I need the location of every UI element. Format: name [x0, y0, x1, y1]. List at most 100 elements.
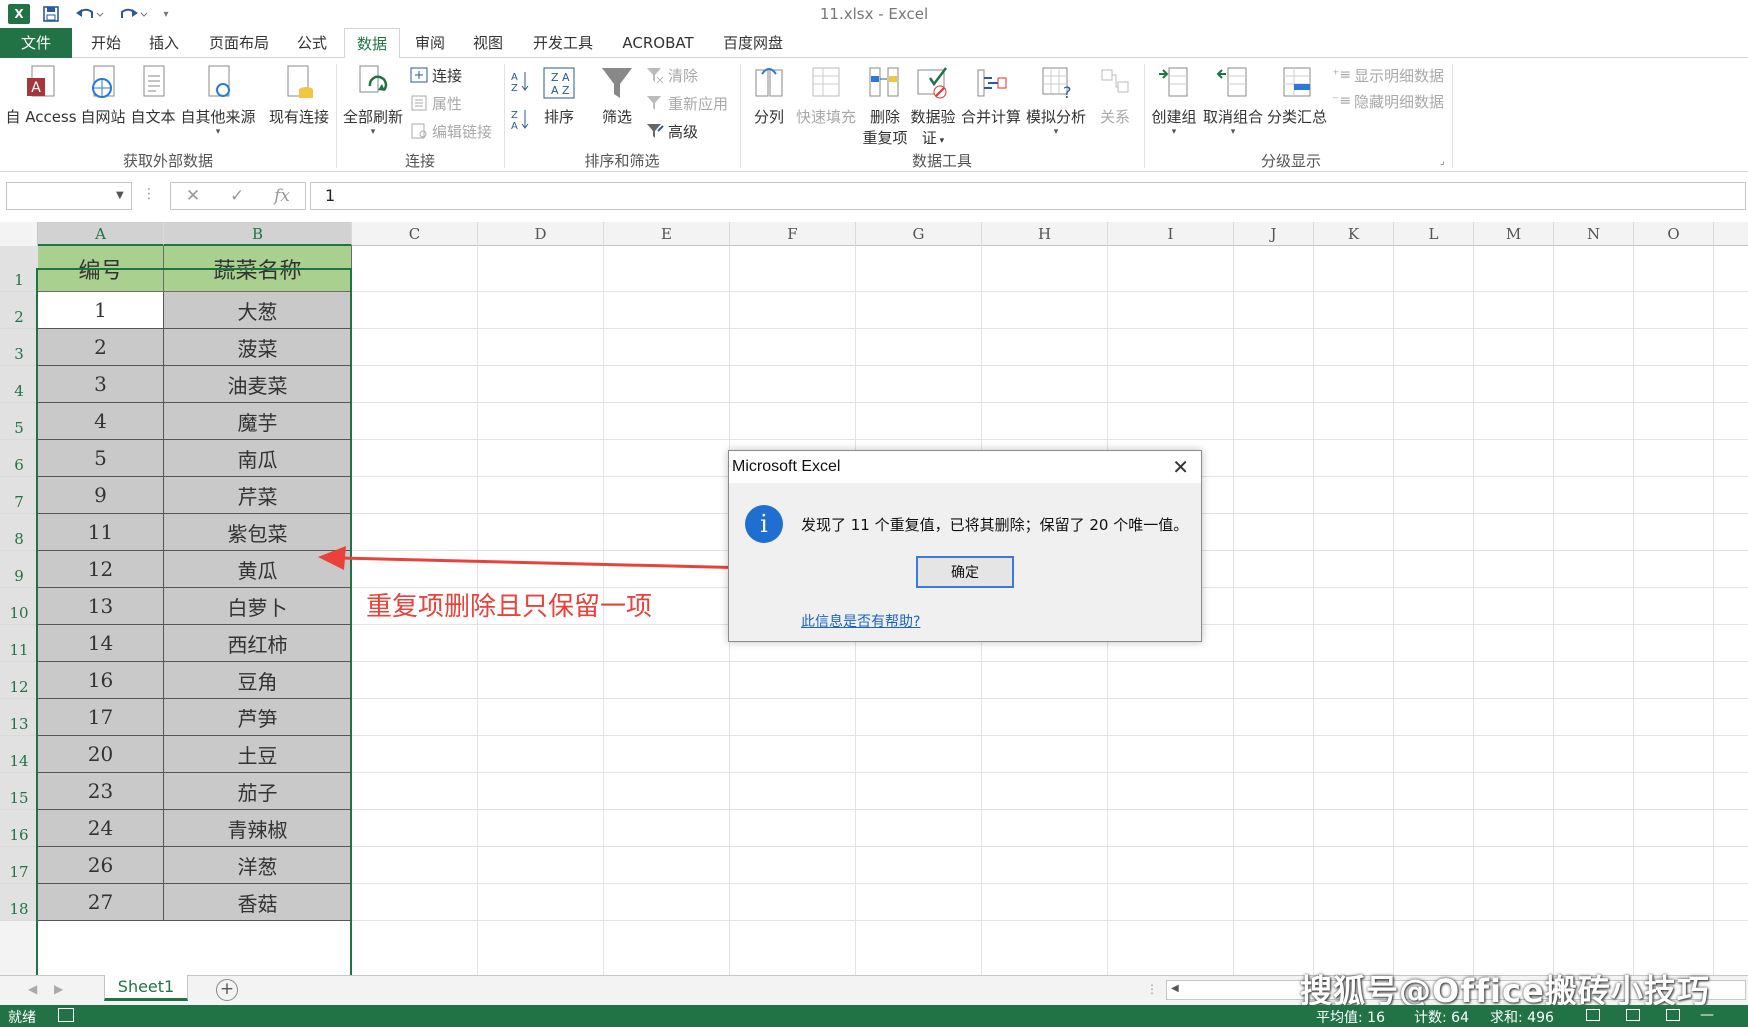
row-header[interactable]: 12	[0, 662, 38, 699]
column-header-n[interactable]: N	[1554, 222, 1634, 246]
table-cell-id[interactable]: 11	[38, 514, 164, 551]
tab-home[interactable]: 开始	[84, 28, 128, 58]
tab-review[interactable]: 审阅	[410, 28, 450, 58]
sheet-tab-sheet1[interactable]: Sheet1	[104, 975, 188, 1001]
table-cell-name[interactable]: 菠菜	[164, 329, 352, 366]
column-header-i[interactable]: I	[1108, 222, 1234, 246]
table-cell-id[interactable]: 27	[38, 884, 164, 921]
table-cell-name[interactable]: 豆角	[164, 662, 352, 699]
formula-input[interactable]: 1	[310, 182, 1746, 210]
tab-data[interactable]: 数据	[344, 28, 400, 59]
from-web-button[interactable]: 自网站	[78, 64, 128, 127]
table-cell-name[interactable]: 芹菜	[164, 477, 352, 514]
refresh-all-button[interactable]: 全部刷新 ▾	[340, 64, 406, 137]
select-all-corner[interactable]	[0, 222, 38, 246]
row-header[interactable]: 15	[0, 773, 38, 810]
tab-acrobat[interactable]: ACROBAT	[616, 28, 700, 58]
row-header[interactable]: 6	[0, 440, 38, 477]
ungroup-button[interactable]: 取消组合 ▾	[1200, 64, 1266, 137]
row-header[interactable]: 2	[0, 292, 38, 329]
group-button[interactable]: 创建组 ▾	[1148, 64, 1200, 137]
text-to-columns-button[interactable]: 分列	[746, 64, 792, 127]
table-cell-id[interactable]: 16	[38, 662, 164, 699]
tab-formulas[interactable]: 公式	[292, 28, 332, 58]
from-text-button[interactable]: 自文本	[128, 64, 178, 127]
table-cell-id[interactable]: 12	[38, 551, 164, 588]
consolidate-button[interactable]: 合并计算	[960, 64, 1022, 127]
row-header[interactable]: 18	[0, 884, 38, 921]
table-cell-id[interactable]: 20	[38, 736, 164, 773]
row-header[interactable]: 16	[0, 810, 38, 847]
row-header[interactable]: 7	[0, 477, 38, 514]
close-icon[interactable]: ✕	[1172, 455, 1189, 479]
data-validation-button[interactable]: 数据验 证 ▾	[908, 64, 958, 148]
table-cell-id[interactable]: 3	[38, 366, 164, 403]
cancel-icon[interactable]: ✕	[186, 186, 200, 206]
from-other-sources-button[interactable]: 自其他来源 ▾	[178, 64, 258, 137]
help-link[interactable]: 此信息是否有帮助?	[801, 611, 920, 631]
table-cell-name[interactable]: 魔芋	[164, 403, 352, 440]
properties-button[interactable]: 属性	[410, 92, 462, 114]
tab-developer[interactable]: 开发工具	[528, 28, 598, 58]
table-cell-id[interactable]: 13	[38, 588, 164, 625]
connections-button[interactable]: 连接	[410, 64, 462, 86]
existing-connections-button[interactable]: 现有连接	[266, 64, 332, 127]
enter-icon[interactable]: ✓	[230, 186, 244, 206]
table-cell-id[interactable]: 4	[38, 403, 164, 440]
normal-view-icon[interactable]	[1586, 1009, 1600, 1021]
add-sheet-icon[interactable]: +	[216, 979, 238, 1001]
table-cell-id[interactable]: 26	[38, 847, 164, 884]
table-cell-id[interactable]: 1	[38, 292, 164, 329]
row-header[interactable]: 14	[0, 736, 38, 773]
zoom-out-icon[interactable]: —	[1700, 1007, 1714, 1023]
column-header-d[interactable]: D	[478, 222, 604, 246]
name-box[interactable]	[6, 182, 132, 210]
column-header-c[interactable]: C	[352, 222, 478, 246]
table-cell-name[interactable]: 紫包菜	[164, 514, 352, 551]
from-access-button[interactable]: A 自 Access	[4, 64, 78, 127]
header-cell-id[interactable]: 编号	[38, 246, 164, 292]
table-cell-name[interactable]: 大葱	[164, 292, 352, 329]
header-cell-name[interactable]: 蔬菜名称	[164, 246, 352, 292]
relationships-button[interactable]: 关系	[1090, 64, 1140, 127]
table-cell-id[interactable]: 23	[38, 773, 164, 810]
column-header-f[interactable]: F	[730, 222, 856, 246]
subtotal-button[interactable]: 分类汇总	[1266, 64, 1328, 127]
column-header-g[interactable]: G	[856, 222, 982, 246]
table-cell-name[interactable]: 黄瓜	[164, 551, 352, 588]
page-break-view-icon[interactable]	[1666, 1009, 1680, 1021]
column-header-a[interactable]: A	[38, 222, 164, 246]
row-header[interactable]: 3	[0, 329, 38, 366]
row-header[interactable]: 1	[0, 246, 38, 292]
row-header[interactable]: 17	[0, 847, 38, 884]
table-cell-name[interactable]: 白萝卜	[164, 588, 352, 625]
next-sheet-icon[interactable]: ▶	[54, 982, 63, 996]
column-header-k[interactable]: K	[1314, 222, 1394, 246]
column-header-j[interactable]: J	[1234, 222, 1314, 246]
table-cell-id[interactable]: 9	[38, 477, 164, 514]
prev-sheet-icon[interactable]: ◀	[28, 982, 37, 996]
ok-button[interactable]: 确定	[916, 556, 1014, 588]
table-cell-name[interactable]: 油麦菜	[164, 366, 352, 403]
sort-button[interactable]: Z AA Z 排序	[536, 64, 582, 127]
column-header-m[interactable]: M	[1474, 222, 1554, 246]
table-cell-id[interactable]: 2	[38, 329, 164, 366]
row-header[interactable]: 10	[0, 588, 38, 625]
row-header[interactable]: 5	[0, 403, 38, 440]
table-cell-name[interactable]: 南瓜	[164, 440, 352, 477]
dialog-launcher-icon[interactable]: ⌟	[1440, 156, 1445, 167]
table-cell-id[interactable]: 14	[38, 625, 164, 662]
column-header-b[interactable]: B	[164, 222, 352, 246]
what-if-analysis-button[interactable]: ? 模拟分析 ▾	[1024, 64, 1088, 137]
clear-filter-button[interactable]: 清除	[646, 64, 698, 86]
show-detail-button[interactable]: ⁺≡ 显示明细数据	[1332, 64, 1444, 86]
table-cell-name[interactable]: 香菇	[164, 884, 352, 921]
column-header-o[interactable]: O	[1634, 222, 1714, 246]
row-header[interactable]: 4	[0, 366, 38, 403]
scroll-split-grip[interactable]: ⋮	[1146, 982, 1158, 996]
row-header[interactable]: 9	[0, 551, 38, 588]
column-header-l[interactable]: L	[1394, 222, 1474, 246]
table-cell-name[interactable]: 土豆	[164, 736, 352, 773]
table-cell-name[interactable]: 芦笋	[164, 699, 352, 736]
flash-fill-button[interactable]: 快速填充	[794, 64, 858, 127]
